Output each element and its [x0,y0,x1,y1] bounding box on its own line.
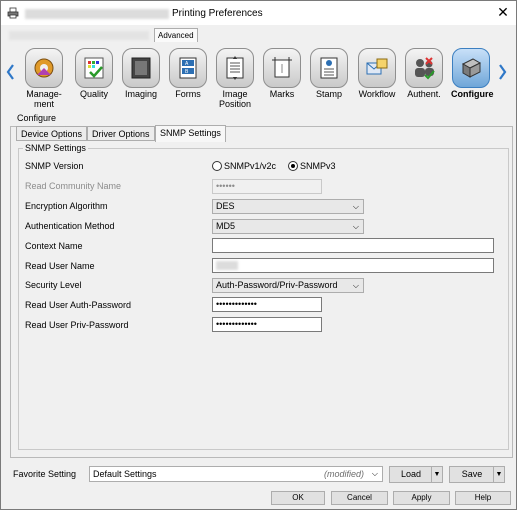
group-title: SNMP Settings [23,143,88,153]
category-marks[interactable]: Marks [262,48,302,99]
imaging-icon [131,57,151,79]
security-level-select[interactable]: Auth-Password/Priv-Password ⌵ [212,278,364,293]
radio-unchecked [212,161,222,171]
ok-button[interactable]: OK [271,491,325,505]
section-label: Configure [17,113,57,123]
chevron-down-icon: ⌵ [352,281,359,290]
window-title: Printing Preferences [172,8,263,19]
category-quality[interactable]: Quality [74,48,114,99]
tab-advanced[interactable]: Advanced [154,28,198,42]
radio-checked [288,161,298,171]
category-imaging[interactable]: Imaging [121,48,161,99]
user-name-field[interactable] [212,258,494,273]
load-button[interactable]: Load ▼ [389,466,443,483]
load-button-label: Load [400,469,422,479]
context-name-field[interactable] [212,238,494,253]
tab-snmp-settings[interactable]: SNMP Settings [155,125,226,142]
select-value: MD5 [216,221,236,231]
apply-button[interactable]: Apply [393,491,450,505]
community-name-field: •••••• [212,179,322,194]
save-button[interactable]: Save ▼ [449,466,505,483]
priv-password-label: Read User Priv-Password [25,320,129,330]
category-label: Forms [175,89,201,99]
chevron-down-icon: ⌵ [352,202,359,211]
cancel-button[interactable]: Cancel [331,491,388,505]
close-icon[interactable]: ✕ [495,4,511,20]
image-position-icon [226,56,244,80]
dropdown-arrow-icon[interactable]: ▼ [493,467,504,482]
auth-password-field[interactable]: ••••••••••••• [212,297,322,312]
tab-device-options[interactable]: Device Options [16,126,88,141]
chevron-down-icon: ⌵ [371,469,378,478]
category-image-position[interactable]: Image Position [215,48,255,109]
stamp-icon [320,57,338,79]
quality-icon [84,57,104,79]
auth-method-label: Authentication Method [25,221,115,231]
forms-icon: AB [179,57,197,79]
category-label: Configure [451,89,494,99]
select-value: DES [216,201,235,211]
radio-label: SNMPv1/v2c [224,161,277,171]
chevron-down-icon: ⌵ [352,222,359,231]
marks-icon [272,57,292,78]
category-label: Imaging [124,89,158,99]
category-workflow[interactable]: Workflow [357,48,397,99]
tab-driver-options[interactable]: Driver Options [87,126,155,141]
scroll-left-icon[interactable] [5,63,15,81]
community-name-label: Read Community Name [25,181,122,191]
category-toolbar: Advanced Manage- ment Quality Imaging AB… [1,25,516,111]
snmp-v3-radio[interactable]: SNMPv3 [288,161,336,171]
dropdown-arrow-icon[interactable]: ▼ [431,467,442,482]
title-bar: Printing Preferences ✕ [1,1,516,25]
user-name-redacted [216,261,238,270]
category-label: Workflow [358,89,396,99]
help-button[interactable]: Help [455,491,511,505]
security-level-label: Security Level [25,280,82,290]
scroll-right-icon[interactable] [498,63,508,81]
printer-icon [7,7,19,19]
favorite-value: Default Settings [93,469,157,479]
configure-icon [461,58,482,78]
encryption-select[interactable]: DES ⌵ [212,199,364,214]
category-authentication[interactable]: Authent. [404,48,444,99]
general-tab-redacted[interactable] [9,31,149,40]
favorite-setting-combo[interactable]: Default Settings (modified) ⌵ [89,466,383,482]
category-label: Image Position [218,89,252,109]
context-name-label: Context Name [25,241,83,251]
save-button-label: Save [461,469,483,479]
snmp-v1-radio[interactable]: SNMPv1/v2c [212,161,276,171]
printing-preferences-window: Printing Preferences ✕ Advanced Manage- … [0,0,517,510]
category-label: Authent. [407,89,441,99]
category-stamp[interactable]: Stamp [309,48,349,99]
category-configure[interactable]: Configure [451,48,494,99]
radio-label: SNMPv3 [300,161,336,171]
management-icon [34,58,54,78]
select-value: Auth-Password/Priv-Password [216,280,338,290]
category-label: Stamp [315,89,342,99]
printer-name-redacted [25,9,169,19]
encryption-label: Encryption Algorithm [25,201,108,211]
priv-password-field[interactable]: ••••••••••••• [212,317,322,332]
category-management[interactable]: Manage- ment [24,48,64,109]
category-label: Marks [269,89,295,99]
category-label: Manage- ment [26,89,62,109]
authentication-icon [415,57,435,80]
category-forms[interactable]: AB Forms [168,48,208,99]
workflow-icon [366,58,388,75]
modified-indicator: (modified) [323,469,364,479]
auth-method-select[interactable]: MD5 ⌵ [212,219,364,234]
auth-password-label: Read User Auth-Password [25,300,132,310]
user-name-label: Read User Name [25,261,95,271]
snmp-version-label: SNMP Version [25,161,84,171]
category-label: Quality [79,89,108,99]
favorite-setting-label: Favorite Setting [13,469,77,479]
